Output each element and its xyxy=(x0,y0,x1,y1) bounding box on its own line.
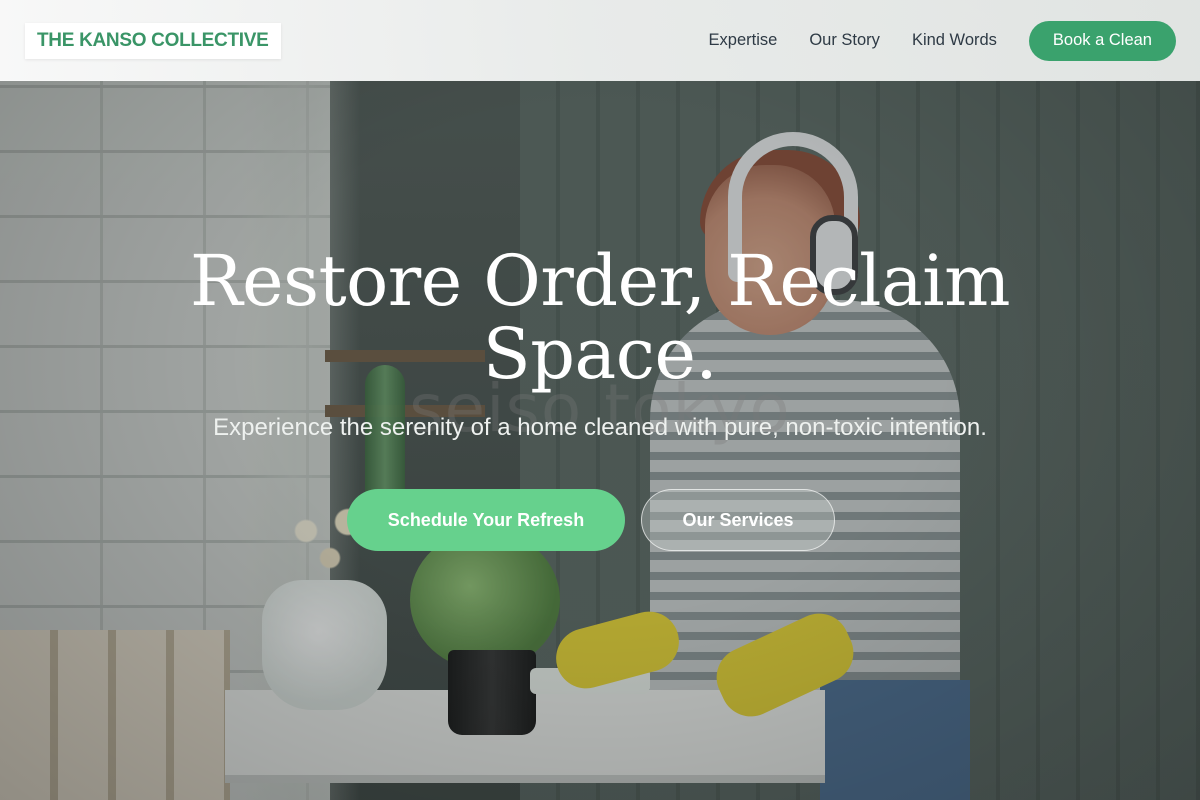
hero-content: Restore Order, Reclaim Space. Experience… xyxy=(0,245,1200,442)
hero-subheadline: Experience the serenity of a home cleane… xyxy=(213,414,987,441)
nav-link-our-story[interactable]: Our Story xyxy=(809,31,880,50)
nav-link-kind-words[interactable]: Kind Words xyxy=(912,31,997,50)
book-a-clean-button[interactable]: Book a Clean xyxy=(1028,20,1176,61)
hero-headline-line-1: Restore Order, Reclaim xyxy=(189,240,1011,322)
schedule-refresh-button[interactable]: Schedule Your Refresh xyxy=(347,489,625,551)
main-nav: Expertise Our Story Kind Words Book a Cl… xyxy=(677,20,1176,61)
hero-headline: Restore Order, Reclaim Space. xyxy=(0,245,1200,391)
nav-link-expertise[interactable]: Expertise xyxy=(709,31,778,50)
our-services-button[interactable]: Our Services xyxy=(641,489,835,551)
brand-logo[interactable]: THE KANSO COLLECTIVE xyxy=(25,22,281,59)
hero-headline-line-2: Space. xyxy=(482,313,718,395)
site-header: THE KANSO COLLECTIVE Expertise Our Story… xyxy=(0,0,1200,81)
hero-cta-group: Schedule Your Refresh Our Services xyxy=(0,489,1200,551)
brand-name: THE KANSO COLLECTIVE xyxy=(37,29,269,51)
